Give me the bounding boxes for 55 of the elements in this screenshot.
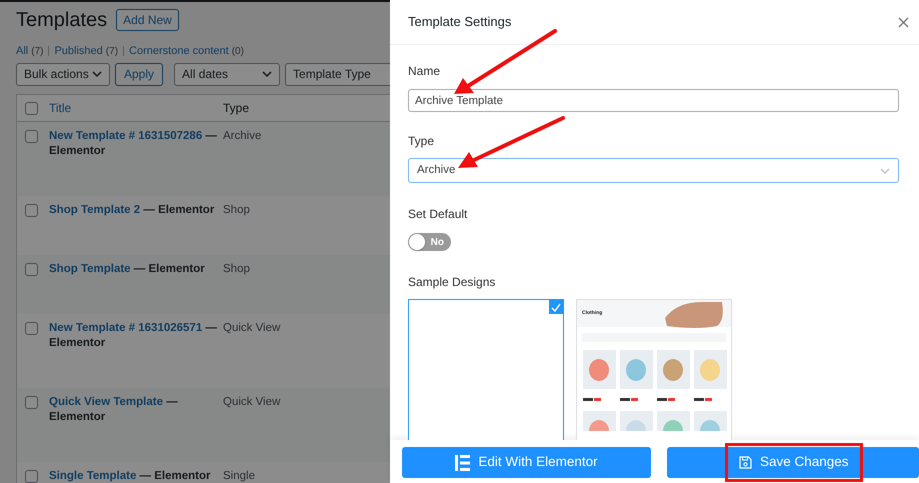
table-cell: Single xyxy=(223,469,255,483)
field-label: Type xyxy=(408,133,436,150)
elementor-logo-icon xyxy=(455,454,470,470)
type-dropdown[interactable]: Archive xyxy=(408,158,899,183)
add-new-button[interactable]: Add New xyxy=(116,9,179,31)
template-link[interactable]: Shop Template xyxy=(49,263,131,275)
table-cell: Quick View xyxy=(223,321,280,336)
panel-title: Template Settings xyxy=(408,13,512,32)
checkmark-icon xyxy=(549,300,563,314)
close-icon[interactable] xyxy=(898,16,909,28)
checkbox[interactable] xyxy=(25,396,38,409)
column-header[interactable]: Title xyxy=(49,99,223,117)
name-field[interactable]: Archive Template xyxy=(408,89,899,112)
table-cell: Shop xyxy=(223,262,250,277)
table-cell: Quick View xyxy=(223,395,280,410)
template-link[interactable]: New Template # 1631507286 xyxy=(49,130,202,142)
checkbox[interactable] xyxy=(25,130,38,143)
checkbox[interactable] xyxy=(25,322,38,335)
title-cell-text: Shop Template 2 — Elementor xyxy=(49,203,216,218)
filter-link[interactable]: Published xyxy=(54,42,103,60)
bulk-actions-dropdown[interactable]: Bulk actions xyxy=(16,62,110,86)
table-cell: Archive xyxy=(223,129,262,144)
checkbox[interactable] xyxy=(25,263,38,276)
save-icon xyxy=(739,456,752,469)
item-count: (7) xyxy=(106,44,118,58)
item-count: (0) xyxy=(232,44,244,58)
apply-button[interactable]: Apply xyxy=(115,62,164,86)
footer-button[interactable]: Edit With Elementor xyxy=(402,447,651,478)
title-cell-text: Single Template — Elementor xyxy=(49,469,212,483)
checkbox[interactable] xyxy=(25,204,38,217)
checkbox[interactable] xyxy=(25,470,38,483)
column-header: Type xyxy=(223,100,250,117)
checkbox[interactable] xyxy=(25,102,38,114)
field-label: Set Default xyxy=(408,206,468,223)
field-label: Sample Designs xyxy=(408,274,496,291)
filter-link[interactable]: All xyxy=(16,42,28,60)
template-link[interactable]: Single Template xyxy=(49,470,136,482)
chevron-down-icon xyxy=(880,168,890,174)
design-card[interactable] xyxy=(408,299,564,440)
title-cell-text: Shop Template — Elementor xyxy=(49,262,206,277)
chevron-down-icon xyxy=(262,71,272,77)
template-link[interactable]: New Template # 1631026571 xyxy=(49,322,202,334)
title-cell-text: New Template # 1631507286 — Elementor xyxy=(49,129,218,159)
footer-button[interactable]: Save Changes xyxy=(667,447,919,478)
title-cell-text: Quick View Template — Elementor xyxy=(49,395,179,425)
item-count: (7) xyxy=(31,44,44,58)
template-link[interactable]: Quick View Template xyxy=(49,396,163,408)
table-cell: Shop xyxy=(223,203,250,218)
filter-link[interactable]: Cornerstone content xyxy=(129,42,229,60)
page-title: Templates xyxy=(16,8,108,33)
date-filter-dropdown[interactable]: All dates xyxy=(174,62,280,86)
title-cell-text: New Template # 1631026571 — Elementor xyxy=(49,321,218,351)
chevron-down-icon xyxy=(92,71,102,77)
toggle-switch[interactable]: No xyxy=(408,233,451,251)
template-link[interactable]: Shop Template 2 xyxy=(49,204,140,216)
